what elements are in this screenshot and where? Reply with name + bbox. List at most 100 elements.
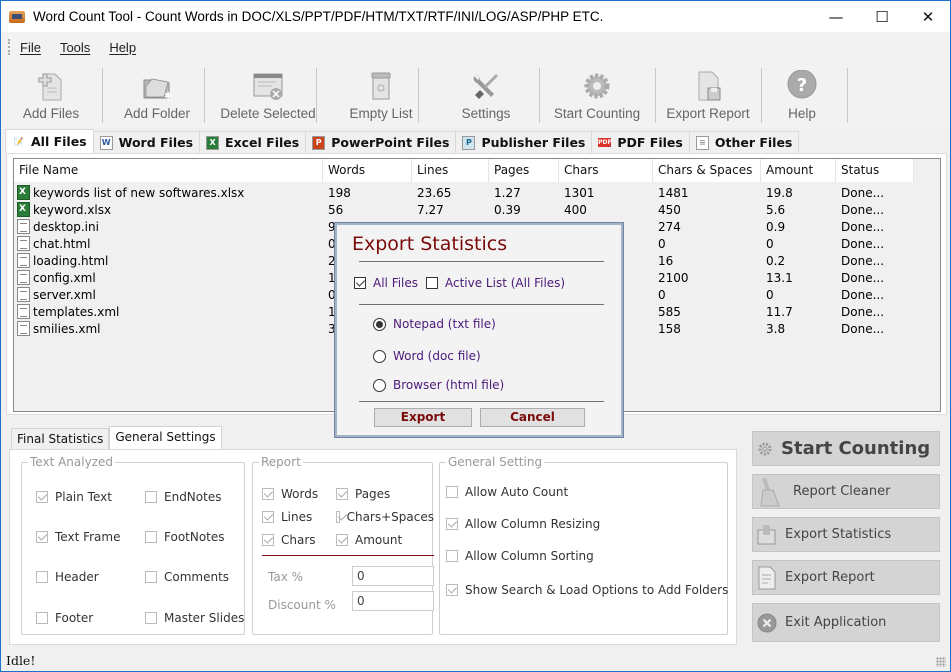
text-file-icon — [17, 270, 30, 285]
cancel-button[interactable]: Cancel — [480, 408, 585, 427]
tab-label: PDF Files — [617, 135, 683, 150]
tab-final-statistics[interactable]: Final Statistics — [11, 428, 110, 449]
checkbox-chars-spaces[interactable]: Chars+Spaces — [336, 510, 434, 524]
column-header-amount[interactable]: Amount — [761, 159, 836, 182]
checkbox-label: Allow Auto Count — [465, 485, 569, 499]
cell-file-name: server.xml — [14, 287, 323, 304]
column-header-status[interactable]: Status — [836, 159, 914, 182]
checkbox-header[interactable]: Header — [36, 570, 99, 584]
help-button[interactable]: ? Help — [771, 66, 833, 124]
checkbox-allow-auto-count[interactable]: Allow Auto Count — [446, 485, 568, 499]
start-counting-button[interactable]: Start Counting — [752, 431, 940, 466]
checkbox-amount[interactable]: Amount — [336, 533, 402, 547]
checkbox-box — [446, 518, 458, 530]
table-row[interactable]: keywords list of new softwares.xlsx 198 23… — [14, 185, 914, 202]
table-row[interactable]: keyword.xlsx 56 7.27 0.39 400 450 5.6 Done... — [14, 202, 914, 219]
svg-text:?: ? — [797, 75, 807, 96]
menu-bar: File Tools Help — [1, 32, 950, 62]
text-file-icon — [17, 321, 30, 336]
export-button[interactable]: Export — [374, 408, 472, 427]
checkbox-show-search-load-options-to-add-folders[interactable]: Show Search & Load Options to Add Folder… — [446, 583, 728, 597]
tab-powerpoint-files[interactable]: P PowerPoint Files — [305, 131, 457, 153]
add-folder-button[interactable]: ✱ Add Folder — [117, 66, 197, 124]
column-header-chars[interactable]: Chars — [559, 159, 653, 182]
checkbox-box — [354, 277, 366, 289]
cell-chars-spaces: 2100 — [653, 270, 761, 287]
all-files-checkbox[interactable]: All Files — [354, 276, 418, 290]
checkbox-comments[interactable]: Comments — [145, 570, 229, 584]
menu-help[interactable]: Help — [108, 40, 137, 55]
tab-general-settings[interactable]: General Settings — [109, 426, 222, 449]
menu-tools[interactable]: Tools — [59, 40, 91, 55]
checkbox-master-slides[interactable]: Master Slides — [145, 611, 244, 625]
cell-text: 400 — [564, 203, 587, 217]
minimize-button[interactable]: — — [813, 1, 859, 32]
cell-text: 0 — [766, 237, 774, 251]
maximize-button[interactable]: ☐ — [859, 1, 905, 32]
resize-grip[interactable] — [936, 657, 946, 667]
cell-file-name: config.xml — [14, 270, 323, 287]
delete-icon — [253, 73, 283, 100]
start-counting-toolbar-button[interactable]: Start Counting — [547, 66, 647, 124]
radio-browser[interactable]: Browser (html file) — [373, 378, 504, 392]
discount-input[interactable]: 0 — [352, 591, 434, 611]
word-icon: W — [99, 135, 113, 150]
report-cleaner-button[interactable]: Report Cleaner — [752, 474, 940, 509]
report-cleaner-label: Report Cleaner — [793, 484, 891, 499]
checkbox-text-frame[interactable]: Text Frame — [36, 530, 120, 544]
export-statistics-button[interactable]: Export Statistics — [752, 517, 940, 552]
close-button[interactable]: ✕ — [905, 1, 951, 32]
menu-file[interactable]: File — [19, 40, 42, 55]
cell-file-name: loading.html — [14, 253, 323, 270]
checkbox-allow-column-sorting[interactable]: Allow Column Sorting — [446, 549, 594, 563]
delete-selected-button[interactable]: Delete Selected — [213, 66, 323, 124]
cell-words: 56 — [323, 202, 412, 219]
add-files-button[interactable]: Add Files — [16, 66, 86, 124]
radio-word[interactable]: Word (doc file) — [373, 349, 481, 363]
column-header-chars-spaces[interactable]: Chars & Spaces — [653, 159, 761, 182]
column-header-file-name[interactable]: File Name — [14, 159, 323, 182]
settings-tabs: Final Statistics General Settings — [11, 426, 222, 449]
export-report-toolbar-button[interactable]: Export Report — [659, 66, 757, 124]
edit-document-icon — [758, 566, 776, 589]
tab-label: Other Files — [714, 135, 793, 150]
tax-input[interactable]: 0 — [352, 566, 434, 586]
tab-all-files[interactable]: 📝 All Files — [5, 129, 94, 153]
cell-file-name: desktop.ini — [14, 219, 323, 236]
column-header-pages[interactable]: Pages — [489, 159, 559, 182]
checkbox-lines[interactable]: Lines — [262, 510, 312, 524]
checkbox-label: Words — [281, 487, 319, 501]
column-header-words[interactable]: Words — [323, 159, 412, 182]
close-icon: ✕ — [921, 7, 935, 26]
exit-application-button[interactable]: Exit Application — [752, 603, 940, 642]
radio-notepad[interactable]: Notepad (txt file) — [373, 317, 496, 331]
radio-circle — [373, 378, 386, 392]
tab-word-files[interactable]: W Word Files — [92, 131, 201, 153]
export-report-button[interactable]: Export Report — [752, 560, 940, 595]
active-list-checkbox[interactable]: Active List (All Files) — [426, 276, 565, 290]
empty-list-button[interactable]: Empty List — [336, 66, 426, 124]
tab-publisher-files[interactable]: P Publisher Files — [455, 131, 593, 153]
column-header-lines[interactable]: Lines — [412, 159, 489, 182]
cell-status: Done... — [836, 287, 914, 304]
cell-text: server.xml — [33, 288, 96, 302]
checkbox-chars[interactable]: Chars — [262, 533, 316, 547]
toolbar-separator — [539, 68, 540, 123]
checkbox-box — [446, 584, 458, 596]
checkbox-endnotes[interactable]: EndNotes — [145, 490, 221, 504]
checkbox-words[interactable]: Words — [262, 487, 318, 501]
checkbox-pages[interactable]: Pages — [336, 487, 390, 501]
checkbox-plain-text[interactable]: Plain Text — [36, 490, 112, 504]
tab-label: PowerPoint Files — [331, 135, 450, 150]
tab-other-files[interactable]: ≡ Other Files — [688, 131, 800, 153]
checkbox-footer[interactable]: Footer — [36, 611, 93, 625]
cell-status: Done... — [836, 219, 914, 236]
checkbox-footnotes[interactable]: FootNotes — [145, 530, 225, 544]
checkbox-allow-column-resizing[interactable]: Allow Column Resizing — [446, 517, 600, 531]
tab-pdf-files[interactable]: PDF PDF Files — [591, 131, 690, 153]
checkbox-label: Plain Text — [55, 490, 112, 504]
cell-amount: 5.6 — [761, 202, 836, 219]
tab-excel-files[interactable]: X Excel Files — [199, 131, 307, 153]
settings-button[interactable]: Settings — [441, 66, 531, 124]
cell-amount: 0.9 — [761, 219, 836, 236]
